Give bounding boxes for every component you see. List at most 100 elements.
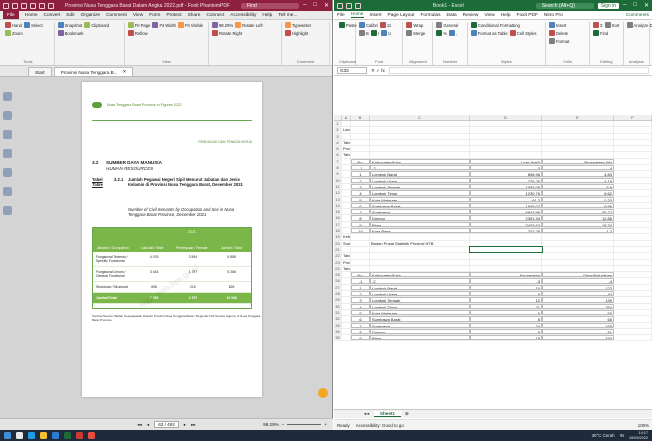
cell[interactable]	[351, 259, 370, 265]
ribbon-button[interactable]: Typewriter	[284, 22, 311, 28]
cell[interactable]	[470, 146, 542, 152]
cell[interactable]: Sumbawa	[370, 209, 470, 215]
cell[interactable]	[370, 127, 470, 133]
cell[interactable]	[470, 240, 542, 246]
cell[interactable]: 9,96	[542, 202, 614, 209]
cell[interactable]: 122	[542, 284, 614, 291]
cell[interactable]: 50	[542, 309, 614, 316]
cell[interactable]: Luas (km²)	[470, 158, 542, 165]
ribbon-button[interactable]: Rotate Right	[211, 30, 242, 36]
cell[interactable]	[614, 121, 652, 127]
cell[interactable]: Prosentase (%)	[542, 158, 614, 165]
ribbon-button[interactable]: Fit Width	[152, 22, 176, 28]
cell[interactable]: -1	[351, 278, 370, 284]
cell[interactable]: Desa/Kelurahan	[542, 272, 614, 278]
cell[interactable]	[469, 245, 543, 254]
fx-icon[interactable]: ✕ ✓ fx	[371, 68, 385, 74]
row-header[interactable]: 1	[334, 121, 342, 127]
comments-button[interactable]: Comments	[626, 13, 649, 18]
cell[interactable]	[342, 165, 351, 171]
cell[interactable]: Lombok Tengah	[370, 297, 470, 303]
ribbon-button[interactable]: Hand	[5, 22, 22, 28]
cell[interactable]: 3	[351, 183, 370, 190]
cell[interactable]	[470, 133, 542, 139]
ribbon-button[interactable]: Format	[548, 38, 569, 44]
menu-item-file[interactable]: File	[3, 11, 19, 19]
row-header[interactable]: 28	[334, 291, 342, 297]
formula-input[interactable]	[388, 67, 649, 74]
cell[interactable]	[342, 121, 351, 127]
cell[interactable]: 8	[351, 328, 370, 335]
cell[interactable]: Kota Mataram	[370, 309, 470, 316]
cell[interactable]: 3403,63	[470, 221, 542, 228]
quick-access-toolbar[interactable]	[3, 2, 54, 9]
ribbon-button[interactable]: Fit Page	[127, 22, 150, 28]
cell[interactable]	[614, 272, 652, 278]
cell[interactable]	[614, 265, 652, 272]
cell[interactable]: 776,25	[470, 177, 542, 183]
cell[interactable]	[342, 221, 351, 228]
row-header[interactable]: 19	[334, 234, 342, 240]
ribbon-button[interactable]: Rotate Left	[235, 22, 263, 28]
cell[interactable]	[614, 221, 652, 228]
cell[interactable]	[342, 215, 351, 221]
cell[interactable]: Tabel 1.2. Jumlah Kecamatan dan Desa	[342, 253, 351, 259]
cell[interactable]	[342, 228, 351, 234]
layers-icon[interactable]	[3, 130, 12, 139]
ribbon-button[interactable]: 11	[379, 22, 391, 28]
cell[interactable]: Bima	[370, 335, 470, 341]
signin-button[interactable]: Sign in	[597, 2, 619, 9]
cell[interactable]	[542, 121, 614, 127]
menu-item-view[interactable]: View	[484, 13, 494, 18]
cell[interactable]: Lombok Utara	[370, 177, 470, 183]
menu-item-home[interactable]: Home	[25, 13, 38, 18]
cell[interactable]	[351, 121, 370, 127]
zoom-slider[interactable]	[287, 424, 322, 425]
row-header[interactable]: 32	[334, 316, 342, 322]
pages-icon[interactable]	[3, 111, 12, 120]
zoom-out-icon[interactable]: –	[282, 422, 285, 427]
cell[interactable]	[342, 284, 351, 291]
cell[interactable]: 5,9	[542, 183, 614, 190]
maximize-icon[interactable]: □	[313, 2, 317, 9]
row-header[interactable]: 20	[334, 240, 342, 246]
cell[interactable]: 6643,98	[470, 209, 542, 215]
cell[interactable]	[351, 246, 370, 253]
row-header[interactable]: 5	[334, 146, 342, 152]
row-header[interactable]: 17	[334, 221, 342, 228]
cell[interactable]	[370, 121, 470, 127]
menu-item-share[interactable]: Share	[188, 13, 201, 18]
row-header[interactable]: 11	[334, 183, 342, 190]
ribbon-button[interactable]: %	[436, 30, 447, 36]
cell[interactable]: 139	[542, 297, 614, 303]
ribbon-button[interactable]: Snapshot	[57, 22, 82, 28]
ribbon-button[interactable]: Select	[24, 22, 43, 28]
weather-status[interactable]: 30°C Cerah	[592, 433, 615, 438]
next-page-icon[interactable]: ▸	[184, 422, 186, 428]
menu-item-convert[interactable]: Convert	[44, 13, 61, 18]
ribbon-button[interactable]: U	[380, 30, 391, 36]
cell[interactable]	[342, 209, 351, 215]
cell[interactable]	[470, 139, 542, 146]
cell[interactable]	[614, 240, 652, 246]
menu-item-view[interactable]: View	[133, 13, 143, 18]
cell[interactable]: 1	[351, 171, 370, 177]
ribbon-button[interactable]: Cell Styles	[509, 30, 536, 36]
column-header-c[interactable]: C	[370, 115, 470, 120]
tab-document[interactable]: Provinsi Nusa Tenggara B... ✕	[53, 67, 134, 76]
minimize-icon[interactable]: –	[303, 2, 306, 9]
cell[interactable]: Sumbawa Barat	[370, 316, 470, 322]
cell[interactable]: Lombok Tengah	[370, 183, 470, 190]
maximize-icon[interactable]: □	[633, 2, 637, 9]
menu-item-help[interactable]: Help	[262, 13, 272, 18]
chrome-icon[interactable]	[88, 432, 95, 439]
cell[interactable]: Tahun : 2021	[342, 152, 351, 158]
column-header-a[interactable]: A	[342, 115, 351, 120]
prev-page-icon[interactable]: ◂	[147, 422, 149, 428]
cell[interactable]: Sumber	[342, 240, 351, 246]
cell[interactable]: 1,2	[542, 228, 614, 234]
cell[interactable]: 65	[542, 316, 614, 322]
excel-search-input[interactable]: Search (Alt+Q)	[535, 2, 594, 9]
row-header[interactable]: 22	[334, 253, 342, 259]
cell[interactable]: 5	[351, 196, 370, 202]
